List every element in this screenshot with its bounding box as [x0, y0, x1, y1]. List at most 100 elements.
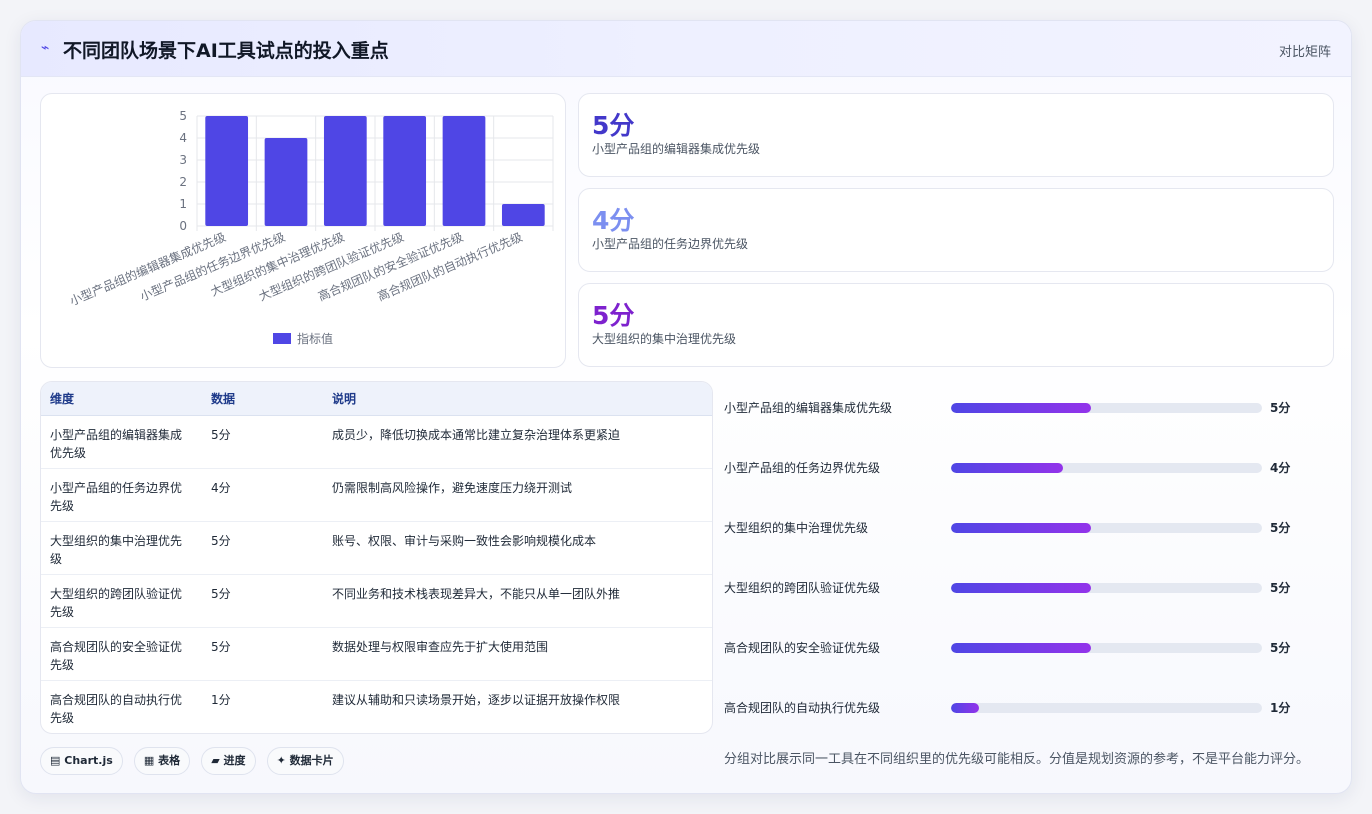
table-cell: 5分 — [202, 574, 323, 628]
chip-label: 数据卡片 — [289, 754, 334, 767]
table-cell: 仍需限制高风险操作，避免速度压力绕开测试 — [323, 468, 712, 522]
progress-fill — [951, 523, 1091, 533]
table-cell: 数据处理与权限审查应先于扩大使用范围 — [323, 627, 712, 681]
progress-row: 大型组织的集中治理优先级 5分 — [724, 518, 1344, 538]
stat-value: 4分 — [592, 206, 635, 235]
progress-row: 大型组织的跨团队验证优先级 5分 — [724, 578, 1344, 598]
progress-track — [951, 403, 1262, 413]
progress-row: 小型产品组的编辑器集成优先级 5分 — [724, 398, 1344, 418]
progress-label: 高合规团队的安全验证优先级 — [724, 641, 881, 655]
table-cell: 大型组织的跨团队验证优先级 — [41, 574, 202, 628]
data-table: 维度 数据 说明 小型产品组的编辑器集成优先级 5分 成员少，降低切换成本通常比… — [41, 382, 712, 733]
chip-label: 表格 — [158, 754, 181, 767]
legend-label: 指标值 — [297, 331, 333, 346]
table-row: 高合规团队的自动执行优先级 1分 建议从辅助和只读场景开始，逐步以证据开放操作权… — [41, 680, 712, 733]
progress-label: 高合规团队的自动执行优先级 — [724, 701, 881, 715]
table-cell: 5分 — [202, 627, 323, 681]
bar — [442, 116, 486, 226]
data-table-panel: 维度 数据 说明 小型产品组的编辑器集成优先级 5分 成员少，降低切换成本通常比… — [40, 381, 713, 734]
progress-value: 5分 — [1270, 401, 1291, 415]
stat-card-3: 5分 大型组织的集中治理优先级 — [578, 283, 1334, 367]
column-header: 数据 — [202, 382, 323, 416]
table-cell: 成员少，降低切换成本通常比建立复杂治理体系更紧迫 — [323, 415, 712, 469]
progress-track — [951, 463, 1262, 473]
table-cell: 4分 — [202, 468, 323, 522]
table-cell: 小型产品组的编辑器集成优先级 — [41, 415, 202, 469]
progress-row: 高合规团队的安全验证优先级 5分 — [724, 638, 1344, 658]
y-tick-label: 4 — [179, 131, 187, 145]
progress-track — [951, 583, 1262, 593]
bar — [264, 138, 308, 226]
stat-label: 小型产品组的任务边界优先级 — [592, 237, 749, 251]
progress-value: 5分 — [1270, 521, 1291, 535]
footnote: 分组对比展示同一工具在不同组织里的优先级可能相反。分值是规划资源的参考，不是平台… — [724, 752, 1310, 767]
feature-chips: ▤ Chart.js ▦ 表格 ▰ 进度 ✦ 数据卡片 — [40, 747, 350, 775]
table-cell: 5分 — [202, 415, 323, 469]
table-cell: 建议从辅助和只读场景开始，逐步以证据开放操作权限 — [332, 692, 621, 707]
progress-fill — [951, 463, 1063, 473]
progress-label: 小型产品组的编辑器集成优先级 — [724, 401, 893, 415]
chip-progress[interactable]: ▰ 进度 — [201, 747, 256, 775]
stat-card-2: 4分 小型产品组的任务边界优先级 — [578, 188, 1334, 272]
bar — [323, 116, 367, 226]
bar — [501, 204, 545, 226]
column-header: 说明 — [323, 382, 712, 416]
progress-fill — [951, 583, 1091, 593]
y-tick-label: 0 — [179, 219, 187, 233]
progress-value: 5分 — [1270, 641, 1291, 655]
progress-row: 高合规团队的自动执行优先级 1分 — [724, 698, 1344, 718]
chip-data-card[interactable]: ✦ 数据卡片 — [266, 747, 344, 775]
chip-label: 进度 — [223, 754, 246, 767]
progress-value: 1分 — [1270, 701, 1291, 715]
progress-value: 4分 — [1270, 461, 1291, 475]
progress-track — [951, 703, 1262, 713]
progress-row: 小型产品组的任务边界优先级 4分 — [724, 458, 1344, 478]
chart-icon: ▤ — [50, 754, 61, 767]
progress-fill — [951, 403, 1091, 413]
progress-track — [951, 643, 1262, 653]
table-cell: 大型组织的集中治理优先级 — [41, 521, 202, 575]
progress-fill — [951, 703, 979, 713]
table-cell: 5分 — [202, 521, 323, 575]
table-cell: 高合规团队的安全验证优先级 — [41, 627, 202, 681]
table-icon: ▦ — [143, 754, 155, 767]
table-cell: 账号、权限、审计与采购一致性会影响规模化成本 — [323, 521, 712, 575]
table-row: 大型组织的集中治理优先级 5分 账号、权限、审计与采购一致性会影响规模化成本 — [41, 521, 712, 575]
stat-value: 5分 — [592, 301, 635, 330]
progress-label: 小型产品组的任务边界优先级 — [724, 461, 881, 475]
table-row: 大型组织的跨团队验证优先级 5分 不同业务和技术栈表现差异大，不能只从单一团队外… — [41, 574, 712, 628]
stat-card-1: 5分 小型产品组的编辑器集成优先级 — [578, 93, 1334, 177]
bar-chart: 012345小型产品组的编辑器集成优先级小型产品组的任务边界优先级大型组织的集中… — [67, 109, 554, 346]
trend-icon: ⌁ — [41, 40, 50, 56]
table-cell: 小型产品组的任务边界优先级 — [41, 468, 202, 522]
table-row: 高合规团队的安全验证优先级 5分 数据处理与权限审查应先于扩大使用范围 — [41, 627, 712, 681]
table-cell: 1分 — [211, 692, 231, 707]
stat-label: 大型组织的集中治理优先级 — [592, 332, 737, 346]
card-icon: ✦ — [276, 754, 286, 767]
progress-icon: ▰ — [211, 754, 220, 767]
bar-chart-panel: 0 1 2 3 4 5 小型产品组的编辑器集成优先级 小型产品组的任务边界优先级 大型组织的集中… — [40, 93, 566, 368]
table-row: 小型产品组的编辑器集成优先级 5分 成员少，降低切换成本通常比建立复杂治理体系更… — [41, 415, 712, 469]
chip-chartjs[interactable]: ▤ Chart.js — [40, 747, 123, 775]
bar — [383, 116, 427, 226]
y-tick-label: 5 — [179, 109, 187, 123]
legend-swatch — [273, 333, 291, 344]
y-tick-label: 3 — [179, 153, 187, 167]
table-row: 小型产品组的任务边界优先级 4分 仍需限制高风险操作，避免速度压力绕开测试 — [41, 468, 712, 522]
header: ⌁ 不同团队场景下AI工具试点的投入重点 对比矩阵 — [21, 21, 1351, 77]
y-tick-label: 2 — [179, 175, 187, 189]
page-title: 不同团队场景下AI工具试点的投入重点 — [63, 40, 389, 62]
progress-value: 5分 — [1270, 581, 1291, 595]
progress-fill — [951, 643, 1091, 653]
table-cell: 不同业务和技术栈表现差异大，不能只从单一团队外推 — [323, 574, 712, 628]
chip-table[interactable]: ▦ 表格 — [133, 747, 191, 775]
y-tick-label: 1 — [179, 197, 187, 211]
table-cell: 高合规团队的自动执行优先级 — [50, 692, 183, 725]
bar — [205, 116, 249, 226]
column-header: 维度 — [41, 382, 202, 416]
chip-label: Chart.js — [64, 754, 113, 767]
table-header-row: 维度 数据 说明 — [41, 382, 712, 416]
header-tag: 对比矩阵 — [1278, 45, 1331, 60]
progress-label: 大型组织的集中治理优先级 — [724, 521, 869, 535]
stat-label: 小型产品组的编辑器集成优先级 — [592, 142, 761, 156]
